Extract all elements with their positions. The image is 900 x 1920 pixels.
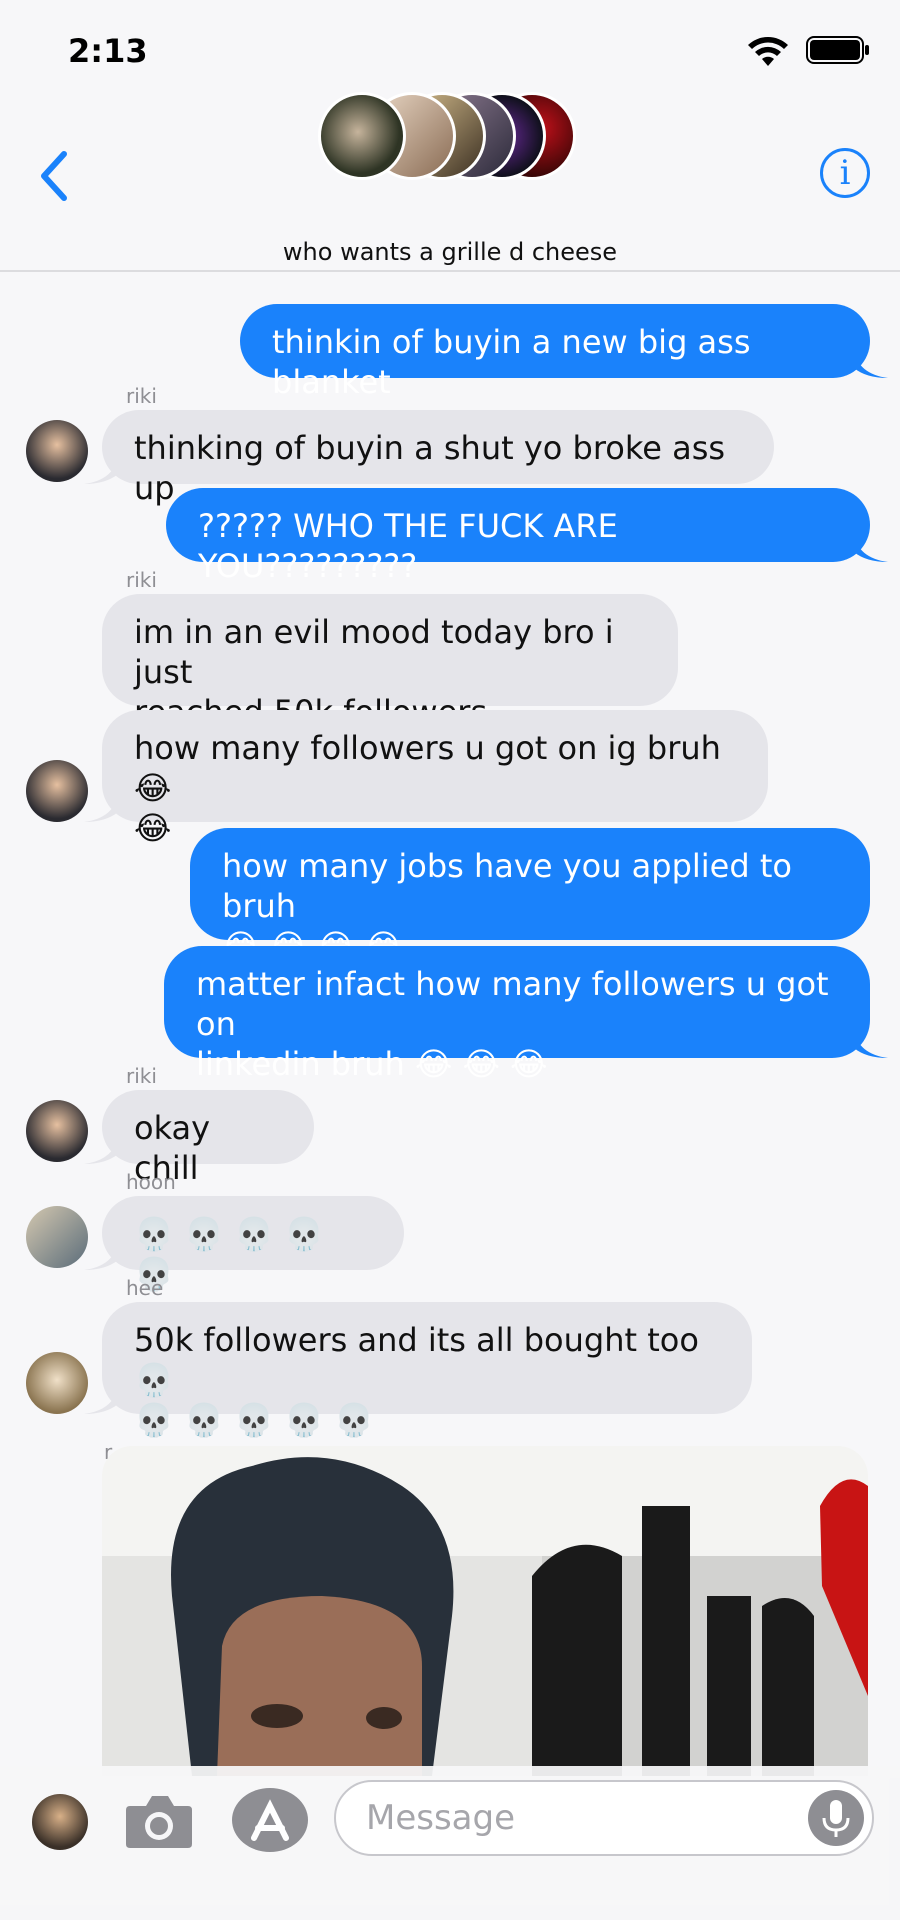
bubble-tail <box>84 456 118 484</box>
conversation-header: who wants a grille d cheese i <box>0 84 900 272</box>
avatar[interactable] <box>26 1100 88 1162</box>
bubble-tail <box>854 1030 888 1058</box>
my-avatar[interactable] <box>32 1794 88 1850</box>
compose-bar: Message <box>0 1766 900 1920</box>
sender-name: hoon <box>126 1170 176 1194</box>
message-bubble-sent[interactable]: ????? WHO THE FUCK ARE YOU????????? <box>166 488 870 585</box>
info-icon[interactable]: i <box>820 148 870 198</box>
meme-image <box>102 1446 868 1776</box>
bubble-tail <box>854 350 888 378</box>
app-store-icon[interactable] <box>232 1788 308 1852</box>
message-bubble-received[interactable]: how many followers u got on ig bruh 😂 😂 <box>102 710 768 847</box>
back-chevron-icon[interactable] <box>34 146 74 206</box>
bubble-tail <box>84 1386 118 1414</box>
message-bubble-received[interactable]: okay chill <box>102 1090 314 1187</box>
sender-name: riki <box>126 1064 157 1088</box>
sender-name: hee <box>126 1276 164 1300</box>
sender-name: riki <box>126 568 157 592</box>
message-bubble-sent[interactable]: how many jobs have you applied to bruh 😂… <box>190 828 870 965</box>
message-bubble-received[interactable]: thinking of buyin a shut yo broke ass up <box>102 410 774 507</box>
message-placeholder: Message <box>366 1798 516 1838</box>
group-avatar-1 <box>318 92 406 180</box>
message-bubble-received[interactable]: im in an evil mood today bro i just reac… <box>102 594 678 731</box>
bubble-tail <box>84 1242 118 1270</box>
image-message[interactable] <box>102 1446 868 1776</box>
bubble-tail <box>84 1136 118 1164</box>
message-bubble-sent[interactable]: matter infact how many followers u got o… <box>164 946 870 1083</box>
message-bubble-received[interactable]: 50k followers and its all bought too 💀 💀… <box>102 1302 752 1439</box>
message-input[interactable]: Message <box>334 1780 874 1856</box>
avatar[interactable] <box>26 1206 88 1268</box>
battery-icon <box>806 36 869 64</box>
microphone-icon[interactable] <box>808 1790 864 1846</box>
avatar[interactable] <box>26 760 88 822</box>
camera-icon[interactable] <box>124 1792 194 1850</box>
message-bubble-sent[interactable]: thinkin of buyin a new big ass blanket <box>240 304 870 401</box>
avatar[interactable] <box>26 1352 88 1414</box>
avatar[interactable] <box>26 420 88 482</box>
message-bubble-received[interactable]: 💀 💀 💀 💀 💀 <box>102 1196 404 1293</box>
wifi-icon <box>748 37 788 66</box>
status-time: 2:13 <box>68 32 148 70</box>
group-avatars[interactable] <box>318 92 578 184</box>
sender-name: riki <box>126 384 157 408</box>
conversation-name[interactable]: who wants a grille d cheese <box>0 238 900 266</box>
bubble-tail <box>854 534 888 562</box>
bubble-tail <box>84 794 118 822</box>
